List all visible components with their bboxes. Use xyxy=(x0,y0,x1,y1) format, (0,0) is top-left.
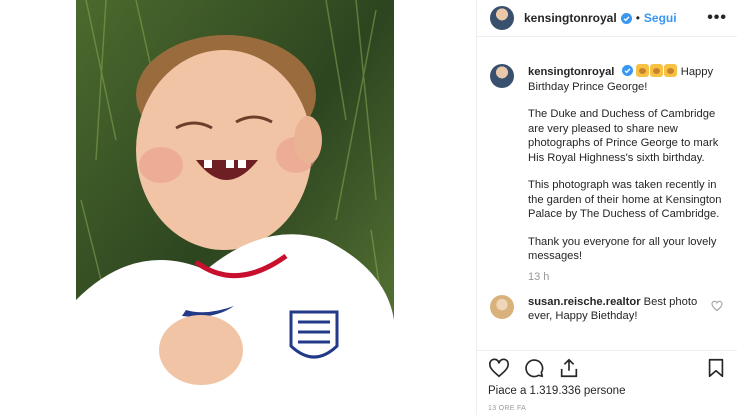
caption-paragraph-2: The Duke and Duchess of Cambridge are ve… xyxy=(528,108,719,164)
comment-like-heart-icon[interactable] xyxy=(711,300,723,312)
caption: kensingtonroyal Happy Birthday Prince Ge… xyxy=(490,64,723,277)
caption-paragraph-3: This photograph was taken recently in th… xyxy=(528,179,722,220)
share-icon[interactable] xyxy=(558,357,580,379)
comment-icon[interactable] xyxy=(523,357,545,379)
post-timestamp[interactable]: 13 ORE FA xyxy=(488,405,526,412)
likes-count[interactable]: Piace a 1.319.336 persone xyxy=(488,385,625,397)
post-photo[interactable] xyxy=(76,0,394,415)
lion-emoji-icon xyxy=(649,64,663,77)
author-username[interactable]: kensingtonroyal xyxy=(524,11,617,25)
author-avatar[interactable] xyxy=(490,6,514,30)
separator-dot: • xyxy=(635,11,640,25)
action-bar xyxy=(477,350,737,384)
verified-badge-icon xyxy=(620,12,632,24)
lion-emoji-icon xyxy=(635,64,649,77)
post-header: kensingtonroyal • Segui ••• xyxy=(477,0,737,37)
photo-area xyxy=(0,0,476,415)
heart-icon[interactable] xyxy=(488,357,510,379)
caption-author-avatar[interactable] xyxy=(490,64,514,88)
comment-text: susan.reische.realtor Best photo ever, H… xyxy=(528,295,698,324)
commenter-avatar[interactable] xyxy=(490,294,514,319)
post-side-panel: kensingtonroyal • Segui ••• kensingtonro… xyxy=(476,0,737,415)
comments-section: kensingtonroyal Happy Birthday Prince Ge… xyxy=(477,38,737,348)
follow-button[interactable]: Segui xyxy=(644,11,677,25)
lion-emoji-icon xyxy=(663,64,677,77)
caption-text: kensingtonroyal Happy Birthday Prince Ge… xyxy=(528,64,723,277)
child-laughing-photo xyxy=(76,0,394,415)
verified-badge-icon xyxy=(621,65,633,76)
comment-item: susan.reische.realtor Best photo ever, H… xyxy=(490,294,723,324)
caption-paragraph-4: Thank you everyone for all your lovely m… xyxy=(528,235,717,263)
bookmark-icon[interactable] xyxy=(705,357,727,379)
caption-username[interactable]: kensingtonroyal xyxy=(528,66,614,78)
more-options-icon[interactable]: ••• xyxy=(707,9,727,27)
commenter-username[interactable]: susan.reische.realtor xyxy=(528,296,641,308)
